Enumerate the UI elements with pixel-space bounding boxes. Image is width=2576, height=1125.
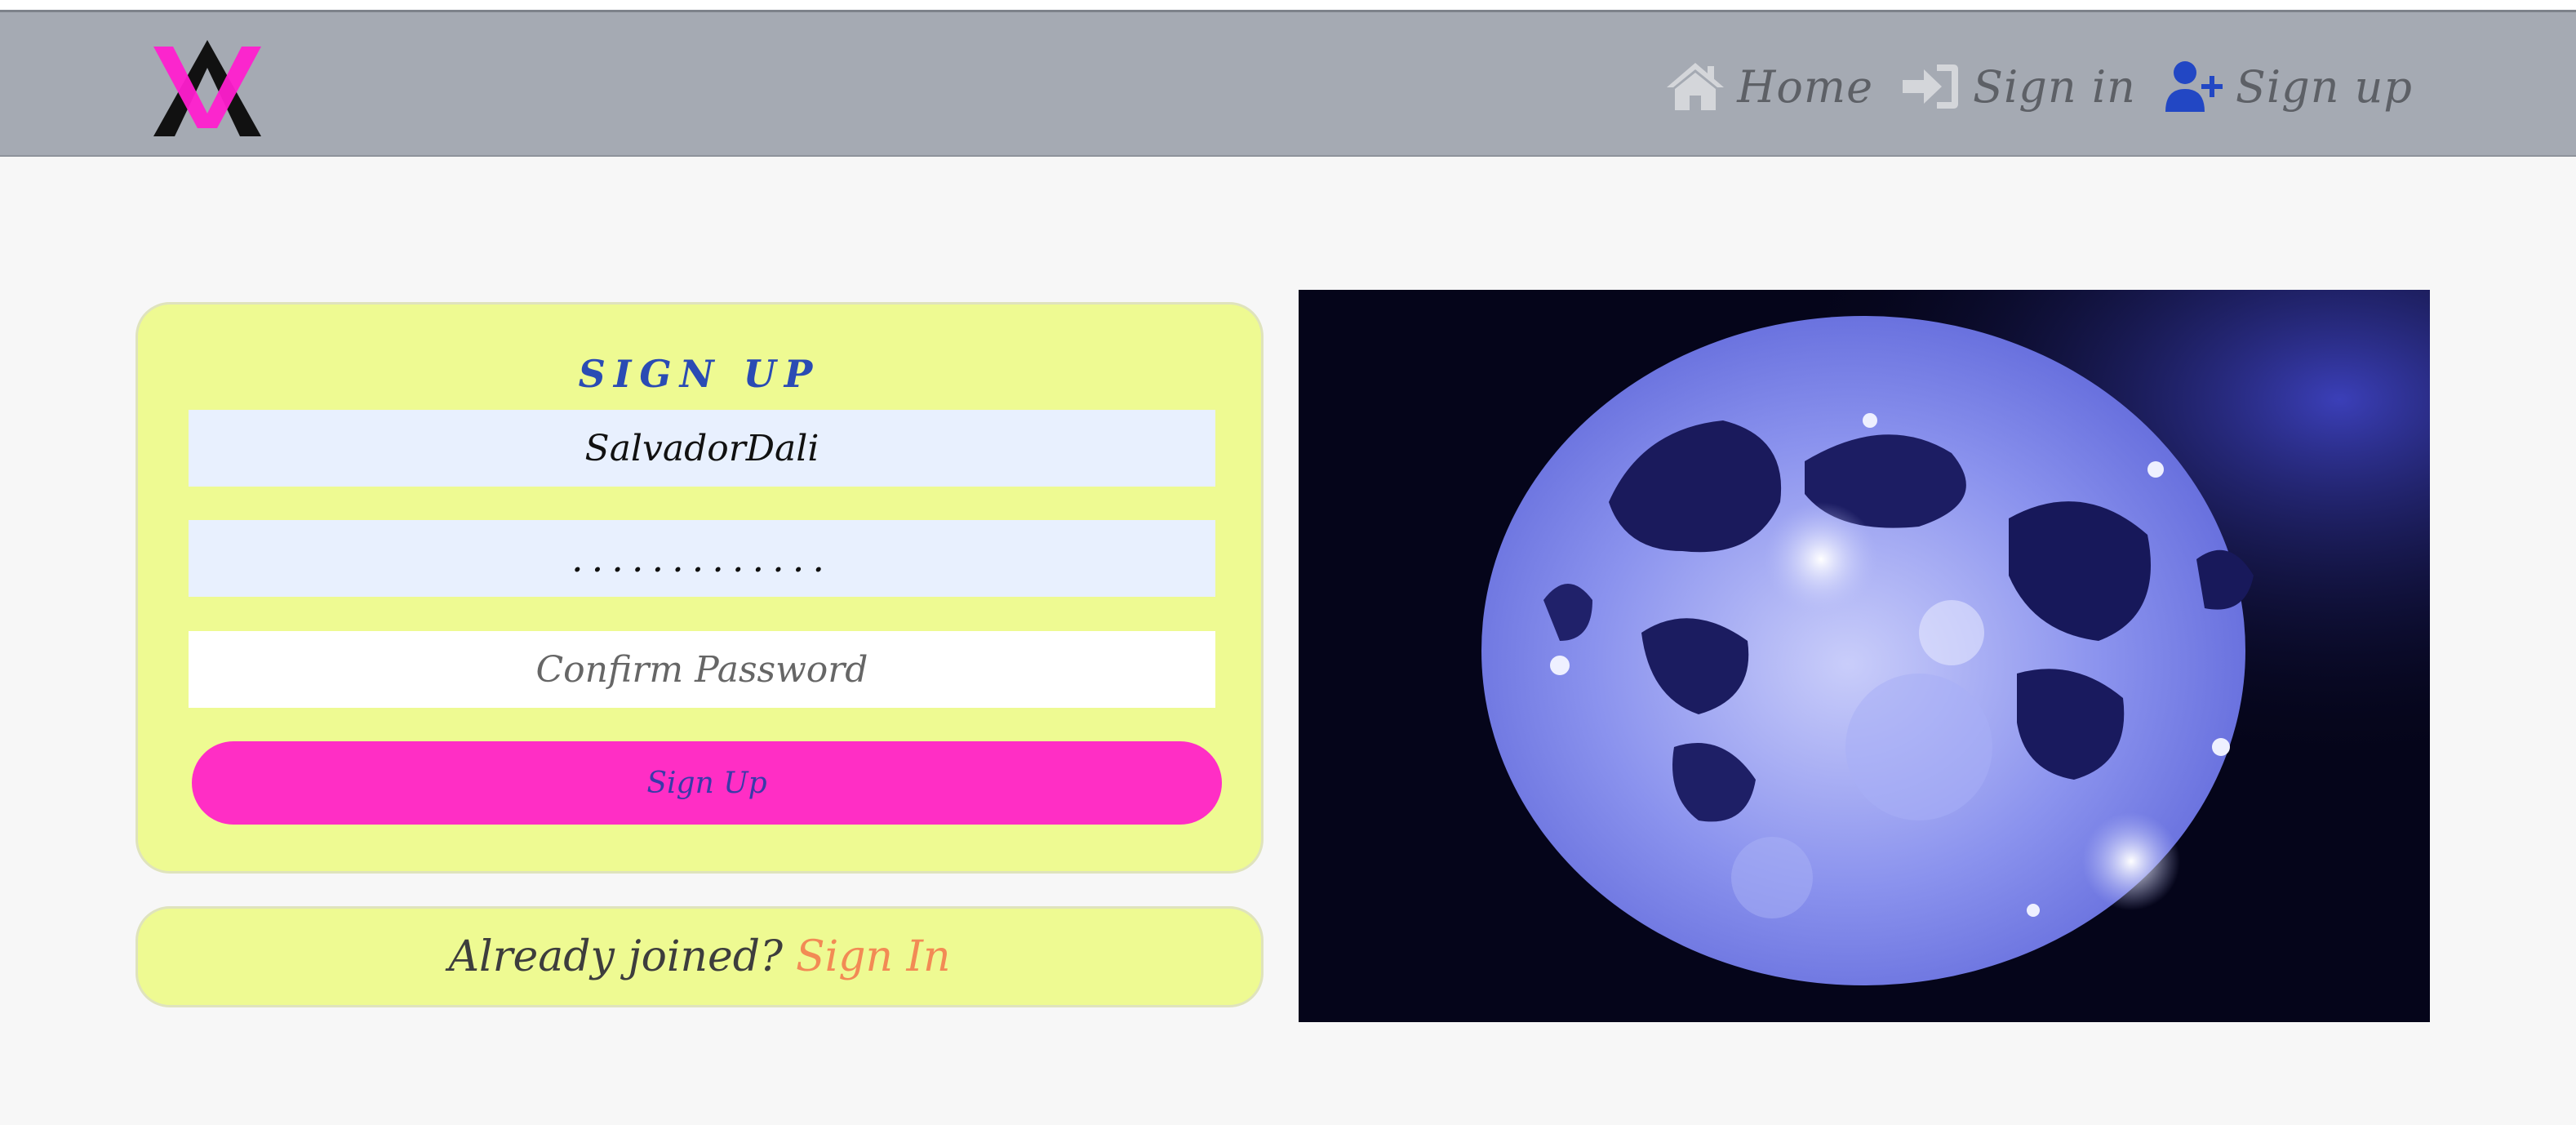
signup-card: SIGN UP Sign Up (135, 302, 1264, 874)
home-icon (1667, 63, 1725, 110)
signin-prompt-card: Already joined? Sign In (135, 906, 1264, 1007)
sign-in-link[interactable]: Sign In (796, 932, 951, 981)
signup-title: SIGN UP (578, 352, 821, 396)
main-nav: Home Sign in Sign up (1665, 60, 2413, 113)
nav-sign-in-label: Sign in (1973, 60, 2136, 113)
nav-home[interactable]: Home (1665, 60, 1873, 113)
nav-sign-up[interactable]: Sign up (2164, 60, 2413, 113)
moon-image (1299, 290, 2430, 1022)
user-plus-icon (2165, 61, 2223, 112)
browser-top-strip (0, 0, 2576, 10)
sign-in-icon (1903, 64, 1959, 109)
nav-sign-in[interactable]: Sign in (1901, 60, 2136, 113)
username-field[interactable] (189, 410, 1215, 487)
already-joined-text: Already joined? (448, 932, 783, 981)
nav-home-label: Home (1737, 60, 1874, 113)
navbar: Home Sign in Sign up (0, 10, 2576, 157)
logo[interactable] (153, 40, 261, 136)
sign-up-button[interactable]: Sign Up (192, 741, 1222, 825)
password-field[interactable] (189, 520, 1215, 597)
nav-sign-up-label: Sign up (2235, 60, 2413, 113)
confirm-password-field[interactable] (189, 631, 1215, 708)
